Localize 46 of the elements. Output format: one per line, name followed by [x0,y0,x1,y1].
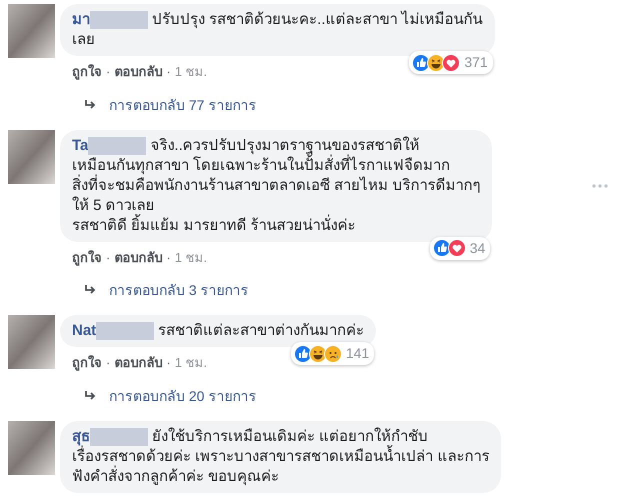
blurred-name-block [90,428,148,446]
comment-action-link[interactable]: ถูกใจ [72,353,102,372]
commenter-name[interactable]: สุธ [72,426,90,446]
blurred-name-block [88,136,146,154]
comment-text: ยังใช้บริการเหมือนเดิมค่ะ แต่อยากให้กำชับ [152,426,428,445]
reply-arrow-icon [85,285,97,295]
comment-text: เหมือนกันทุกสาขา โดยเฉพาะร้านในปั้มสั่งที่ไรกาแฟจืดมาก [72,156,480,176]
dot-separator: · [106,248,110,266]
comment-action-link[interactable]: ตอบกลับ [114,353,162,372]
commenter-name[interactable]: มา [72,10,90,30]
comment-text: เลย [72,30,96,50]
comment-text: จริง..ควรปรับปรุงมาตราฐานของรสชาติให้ [150,136,420,154]
timestamp: 1 ชม. [174,63,208,81]
avatar-placeholder [8,4,55,58]
dot-separator: · [166,354,171,372]
avatar-placeholder [8,420,55,474]
comment-text: เรื่องรสชาดด้วยค่ะ เพราะบางสาขารสชาดเหมือนน้ำเปล่า และการ [72,446,490,466]
comment-text: สิ่งที่จะชมคือพนักงานร้านสาขาตลาดเอซี สายไหม บริการดีมากๆ [72,176,480,196]
avatar-placeholder [8,315,55,369]
reply-arrow-icon [85,100,97,110]
dot-separator: · [106,354,110,372]
avatar-placeholder [8,130,55,184]
comment-action-link[interactable]: ตอบกลับ [114,62,162,82]
comment-text: รสชาติแต่ละสาขาต่างกันมากค่ะ [158,321,364,341]
comment-action-link[interactable]: ถูกใจ [72,248,102,267]
comment-text: ให้ 5 ดาวเลย [72,196,156,214]
crying-face-icon [324,344,342,362]
view-replies-link[interactable]: การตอบกลับ 20 รายการ [109,388,256,402]
reply-arrow-icon [85,390,97,400]
more-options-icon[interactable] [592,184,608,188]
dot-separator: · [106,63,110,81]
commenter-name[interactable]: Nat [72,321,96,341]
timestamp: 1 ชม. [174,354,208,372]
blurred-name-block [90,11,148,29]
view-replies-link[interactable]: การตอบกลับ 3 รายการ [109,283,249,297]
blurred-name-block [96,322,154,340]
comment-text: ปรับปรุง รสชาติด้วยนะคะ..แต่ละสาขา ไม่เหมือนกัน [152,10,483,30]
view-replies-link[interactable]: การตอบกลับ 77 รายการ [109,98,256,112]
dot-separator: · [166,63,171,81]
comment-text: รสชาติดี ยิ้มแย้ม มารยาทดี ร้านสวยน่านั่งค่ะ [72,216,480,236]
comment-action-link[interactable]: ตอบกลับ [114,248,162,267]
commenter-name[interactable]: Ta [72,136,88,156]
comment-text: ฟังคำสั่งจากลูกค้าค่ะ ขอบคุณค่ะ [72,466,280,486]
comment-action-link[interactable]: ถูกใจ [72,62,102,82]
dot-separator: · [166,248,171,266]
timestamp: 1 ชม. [174,248,208,266]
